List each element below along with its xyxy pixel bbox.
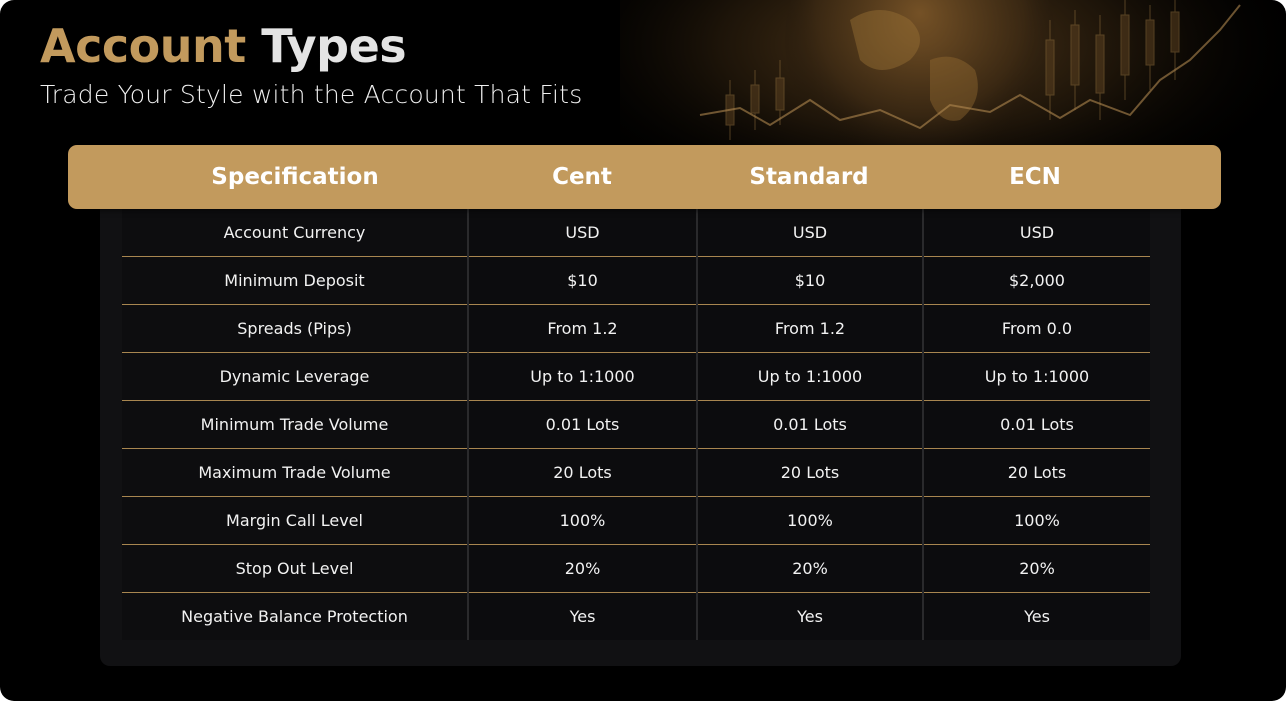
standard-value: From 1.2 bbox=[697, 304, 924, 353]
ecn-value: 20 Lots bbox=[923, 448, 1150, 497]
row-label: Dynamic Leverage bbox=[122, 352, 469, 401]
table-row: Stop Out Level 20% 20% 20% bbox=[122, 544, 1150, 593]
ecn-value: Up to 1:1000 bbox=[923, 352, 1150, 401]
standard-value: $10 bbox=[697, 256, 924, 305]
table-row: Dynamic Leverage Up to 1:1000 Up to 1:10… bbox=[122, 352, 1150, 401]
cent-value: $10 bbox=[468, 256, 698, 305]
page-subtitle: Trade Your Style with the Account That F… bbox=[40, 80, 583, 109]
standard-value: 20% bbox=[697, 544, 924, 593]
table-row: Maximum Trade Volume 20 Lots 20 Lots 20 … bbox=[122, 448, 1150, 497]
row-label: Minimum Trade Volume bbox=[122, 400, 469, 449]
row-label: Margin Call Level bbox=[122, 496, 469, 545]
ecn-value: 0.01 Lots bbox=[923, 400, 1150, 449]
standard-value: 100% bbox=[697, 496, 924, 545]
standard-value: Yes bbox=[697, 592, 924, 640]
column-header-ecn: ECN bbox=[1009, 164, 1061, 190]
cent-value: Up to 1:1000 bbox=[468, 352, 698, 401]
row-label: Minimum Deposit bbox=[122, 256, 469, 305]
standard-value: Up to 1:1000 bbox=[697, 352, 924, 401]
column-header-cent: Cent bbox=[552, 164, 612, 190]
table-row: Minimum Deposit $10 $10 $2,000 bbox=[122, 256, 1150, 305]
cent-value: Yes bbox=[468, 592, 698, 640]
row-label: Negative Balance Protection bbox=[122, 592, 469, 640]
ecn-value: 20% bbox=[923, 544, 1150, 593]
page-frame: Account Types Trade Your Style with the … bbox=[0, 0, 1286, 701]
ecn-value: From 0.0 bbox=[923, 304, 1150, 353]
page-title-word-account: Account bbox=[40, 19, 246, 73]
cent-value: 100% bbox=[468, 496, 698, 545]
page-title: Account Types bbox=[40, 14, 407, 78]
table-row: Margin Call Level 100% 100% 100% bbox=[122, 496, 1150, 545]
ecn-value: $2,000 bbox=[923, 256, 1150, 305]
cent-value: 20% bbox=[468, 544, 698, 593]
ecn-value: Yes bbox=[923, 592, 1150, 640]
column-header-specification: Specification bbox=[211, 164, 379, 190]
table-row: Negative Balance Protection Yes Yes Yes bbox=[122, 592, 1150, 640]
row-label: Stop Out Level bbox=[122, 544, 469, 593]
standard-value: 0.01 Lots bbox=[697, 400, 924, 449]
cent-value: From 1.2 bbox=[468, 304, 698, 353]
cent-value: USD bbox=[468, 209, 698, 257]
table-row: Minimum Trade Volume 0.01 Lots 0.01 Lots… bbox=[122, 400, 1150, 449]
ecn-value: 100% bbox=[923, 496, 1150, 545]
standard-value: USD bbox=[697, 209, 924, 257]
column-header-standard: Standard bbox=[749, 164, 869, 190]
specification-table: Account Currency USD USD USD Minimum Dep… bbox=[122, 209, 1150, 640]
page-title-word-types: Types bbox=[261, 19, 407, 73]
cent-value: 20 Lots bbox=[468, 448, 698, 497]
cent-value: 0.01 Lots bbox=[468, 400, 698, 449]
table-header: Specification Cent Standard ECN bbox=[68, 145, 1221, 209]
ecn-value: USD bbox=[923, 209, 1150, 257]
table-row: Account Currency USD USD USD bbox=[122, 209, 1150, 257]
table-row: Spreads (Pips) From 1.2 From 1.2 From 0.… bbox=[122, 304, 1150, 353]
row-label: Spreads (Pips) bbox=[122, 304, 469, 353]
row-label: Account Currency bbox=[122, 209, 469, 257]
row-label: Maximum Trade Volume bbox=[122, 448, 469, 497]
standard-value: 20 Lots bbox=[697, 448, 924, 497]
